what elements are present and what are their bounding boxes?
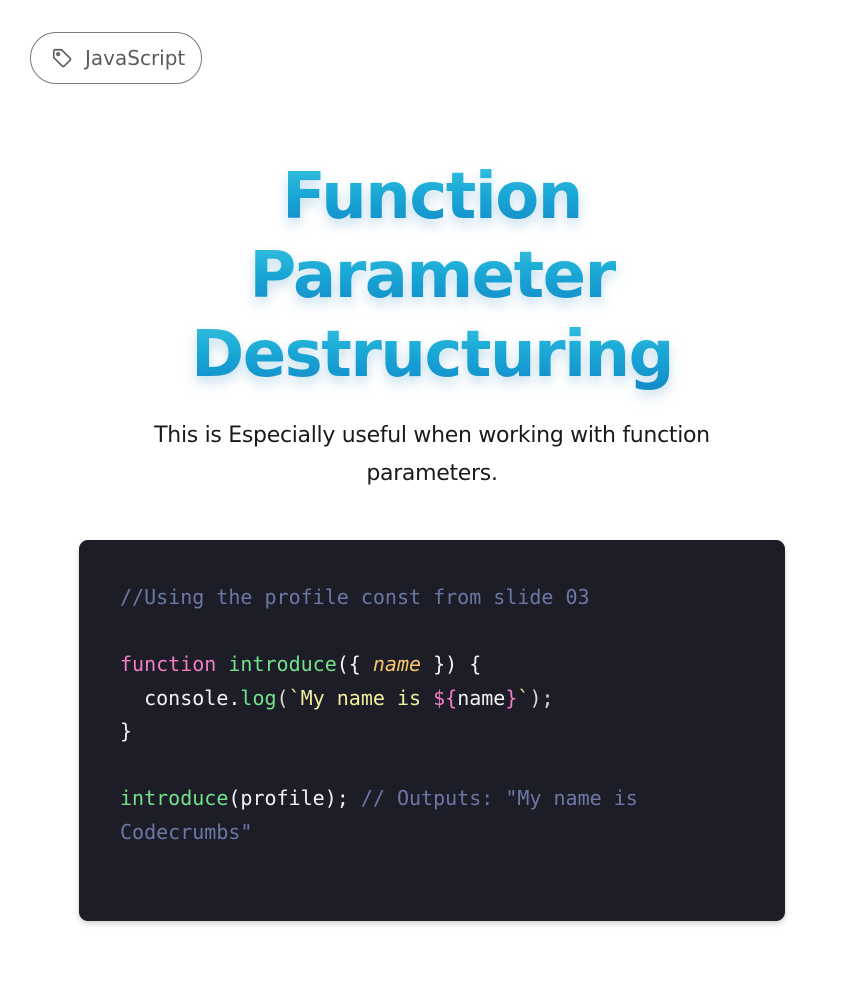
code-string-start: `My name is — [288, 685, 434, 710]
code-call-comment-continued: Codecrumbs" — [120, 819, 253, 844]
code-console-object: console. — [144, 685, 241, 710]
code-line-console-log: console.log(`My name is ${name}`); — [120, 682, 785, 716]
code-param-name: name — [372, 652, 422, 676]
code-log-method: log — [240, 685, 277, 710]
code-string-end: ` — [517, 685, 530, 710]
code-line-comment: //Using the profile const from slide 03 — [120, 581, 785, 615]
code-close-brace: } — [120, 719, 133, 743]
title-line-2: Parameter — [0, 237, 864, 316]
tag-icon — [51, 47, 73, 69]
code-line-blank-2 — [120, 749, 785, 783]
code-paren-close: ); — [529, 685, 554, 710]
code-call-comment: // Outputs: "My name is — [360, 786, 638, 810]
code-line-close-brace: } — [120, 715, 785, 749]
code-interp-var: name — [457, 685, 506, 710]
code-block: //Using the profile const from slide 03 … — [79, 540, 785, 921]
code-interp-close: } — [505, 685, 518, 710]
subtitle-line-2: parameters. — [366, 461, 498, 486]
code-params-open: ({ — [336, 652, 373, 676]
code-interp-open: ${ — [433, 685, 458, 710]
code-call-name: introduce — [120, 786, 229, 810]
subtitle: This is Especially useful when working w… — [0, 417, 864, 493]
code-params-close: }) { — [421, 652, 482, 676]
code-line-call-continued: Codecrumbs" — [120, 816, 785, 850]
title-line-1: Function — [0, 158, 864, 237]
title-line-3: Destructuring — [0, 316, 864, 395]
code-function-name: introduce — [228, 652, 337, 676]
page-title: Function Parameter Destructuring — [0, 158, 864, 395]
code-comment: //Using the profile const from slide 03 — [120, 585, 590, 609]
code-call-args: (profile); — [228, 786, 361, 810]
code-line-blank-1 — [120, 615, 785, 649]
subtitle-line-1: This is Especially useful when working w… — [154, 423, 710, 448]
code-keyword-function: function — [120, 652, 217, 676]
code-paren-open: ( — [276, 685, 289, 710]
tag-chip-javascript[interactable]: JavaScript — [30, 32, 202, 84]
tag-label: JavaScript — [85, 46, 186, 70]
code-line-call: introduce(profile); // Outputs: "My name… — [120, 782, 785, 816]
code-line-function-declaration: function introduce({ name }) { — [120, 648, 785, 682]
